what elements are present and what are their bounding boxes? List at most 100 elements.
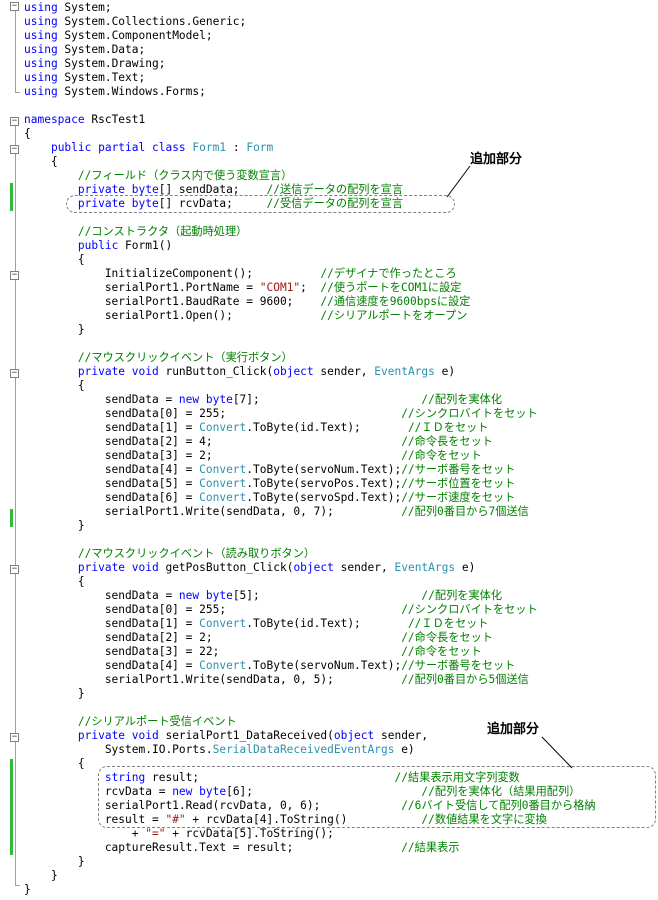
code-line[interactable]: captureResult.Text = result; //結果表示 [24, 841, 460, 855]
code-token: System.IO.Ports. [24, 743, 213, 756]
fold-toggle-icon[interactable]: − [10, 733, 19, 742]
code-token: + [24, 827, 146, 840]
code-line[interactable]: using System.Text; [24, 71, 145, 85]
code-line[interactable]: namespace RscTest1 [24, 113, 145, 127]
callout-box-fields [66, 195, 455, 213]
code-line[interactable]: sendData[2] = 2; //命令長をセット [24, 631, 493, 645]
code-token: sendData = [24, 393, 179, 406]
code-line[interactable]: sendData = new byte[7]; //配列を実体化 [24, 393, 502, 407]
code-token: private void [77, 365, 159, 378]
code-line[interactable]: //コンストラクタ（起動時処理） [24, 225, 247, 239]
code-line[interactable]: + "=" + rcvData[5].ToString(); [24, 827, 334, 841]
code-line[interactable]: sendData[3] = 22; //命令をセット [24, 645, 482, 659]
fold-toggle-icon[interactable]: − [10, 369, 19, 378]
code-token: .ToByte(id.Text); [246, 617, 408, 630]
code-line[interactable]: using System; [24, 1, 112, 15]
code-token: sendData[4] = [24, 463, 200, 476]
code-line[interactable]: { [24, 127, 31, 141]
code-token: //命令をセット [401, 645, 482, 658]
code-line[interactable]: sendData[5] = Convert.ToByte(servoPos.Te… [24, 477, 516, 491]
code-token: //配列0番目から5個送信 [401, 673, 529, 686]
code-line[interactable]: using System.Collections.Generic; [24, 15, 246, 29]
code-line[interactable]: serialPort1.Open(); //シリアルポートをオープン [24, 309, 468, 323]
fold-toggle-icon[interactable]: − [10, 2, 19, 11]
code-line[interactable]: //マウスクリックイベント（読み取りボタン） [24, 547, 315, 561]
code-line[interactable]: sendData[1] = Convert.ToByte(id.Text); /… [24, 421, 489, 435]
code-line[interactable]: } [24, 883, 31, 897]
code-line[interactable]: //フィールド（クラス内で使う変数宣言） [24, 169, 292, 183]
code-line[interactable]: } [24, 519, 85, 533]
code-line[interactable]: serialPort1.PortName = "COM1"; //使うポートをC… [24, 281, 462, 295]
code-token: { [24, 757, 85, 770]
code-line[interactable]: serialPort1.Write(sendData, 0, 5); //配列0… [24, 673, 529, 687]
code-line[interactable]: sendData[6] = Convert.ToByte(servoSpd.Te… [24, 491, 516, 505]
code-token: } [24, 323, 85, 336]
code-editor[interactable]: − − − − − − − using System; using System.Collec… [0, 0, 658, 900]
code-line[interactable]: InitializeComponent(); //デザイナで作ったところ [24, 267, 457, 281]
code-token: Convert [199, 617, 247, 630]
code-line[interactable]: System.IO.Ports.SerialDataReceivedEventA… [24, 743, 415, 757]
code-token: System; [57, 1, 112, 14]
code-line[interactable]: sendData[2] = 4; //命令長をセット [24, 435, 493, 449]
code-token: RscTest1 [84, 113, 146, 126]
code-token: using [24, 43, 58, 56]
code-token: captureResult.Text = result; [24, 841, 402, 854]
code-line[interactable]: //シリアルポート受信イベント [24, 715, 237, 729]
code-line[interactable]: using System.ComponentModel; [24, 29, 213, 43]
code-token: using [24, 71, 58, 84]
code-line[interactable]: { [24, 155, 58, 169]
code-line[interactable]: { [24, 253, 85, 267]
code-token: //配列を実体化 [421, 589, 503, 602]
code-token: //配列0番目から7個送信 [401, 505, 529, 518]
code-token: //ＩＤをセット [407, 421, 489, 434]
code-line[interactable]: { [24, 757, 85, 771]
code-line[interactable]: private void runButton_Click(object send… [24, 365, 455, 379]
outline-line [15, 125, 16, 885]
fold-toggle-icon[interactable]: − [10, 117, 19, 126]
code-line[interactable]: using System.Drawing; [24, 57, 165, 71]
code-line[interactable]: public partial class Form1 : Form [24, 141, 273, 155]
code-line[interactable]: sendData[3] = 2; //命令をセット [24, 449, 482, 463]
code-line[interactable]: sendData[1] = Convert.ToByte(id.Text); /… [24, 617, 489, 631]
code-token: new byte [178, 589, 233, 602]
code-token: //サーボ速度をセット [401, 491, 516, 504]
code-line[interactable]: } [24, 869, 58, 883]
callout-leader-receive [541, 736, 573, 769]
code-token: .ToByte(id.Text); [246, 421, 408, 434]
code-line[interactable]: sendData[4] = Convert.ToByte(servoNum.Te… [24, 463, 516, 477]
code-line[interactable]: } [24, 323, 85, 337]
code-token: Convert [199, 421, 247, 434]
fold-toggle-icon[interactable]: − [10, 271, 19, 280]
code-token: sender, [333, 561, 395, 574]
code-line[interactable]: using System.Windows.Forms; [24, 85, 206, 99]
code-line[interactable]: } [24, 855, 85, 869]
code-line[interactable]: serialPort1.BaudRate = 9600; //通信速度を9600… [24, 295, 471, 309]
code-token: //フィールド（クラス内で使う変数宣言） [77, 169, 293, 182]
code-line[interactable]: serialPort1.Write(sendData, 0, 7); //配列0… [24, 505, 529, 519]
code-line[interactable]: sendData[4] = Convert.ToByte(servoNum.Te… [24, 659, 516, 673]
code-token: public [77, 239, 119, 252]
code-line[interactable]: private void serialPort1_DataReceived(ob… [24, 729, 428, 743]
fold-toggle-icon[interactable]: − [10, 145, 19, 154]
code-line[interactable]: } [24, 687, 85, 701]
code-line[interactable]: sendData[0] = 255; //シンクロバイトをセット [24, 603, 538, 617]
code-line[interactable]: sendData[0] = 255; //シンクロバイトをセット [24, 407, 538, 421]
code-line[interactable]: sendData = new byte[5]; //配列を実体化 [24, 589, 502, 603]
code-line[interactable]: { [24, 575, 85, 589]
code-line[interactable]: //マウスクリックイベント（実行ボタン） [24, 351, 293, 365]
code-token: private void [77, 561, 159, 574]
code-line[interactable]: using System.Data; [24, 43, 145, 57]
code-line[interactable]: { [24, 379, 85, 393]
code-line[interactable]: public Form1() [24, 239, 172, 253]
code-line[interactable]: private void getPosButton_Click(object s… [24, 561, 475, 575]
fold-toggle-icon[interactable]: − [10, 565, 19, 574]
code-token: Form1() [118, 239, 173, 252]
code-token: + rcvData[5].ToString(); [165, 827, 334, 840]
code-token: { [24, 253, 85, 266]
code-token: private void [77, 729, 159, 742]
